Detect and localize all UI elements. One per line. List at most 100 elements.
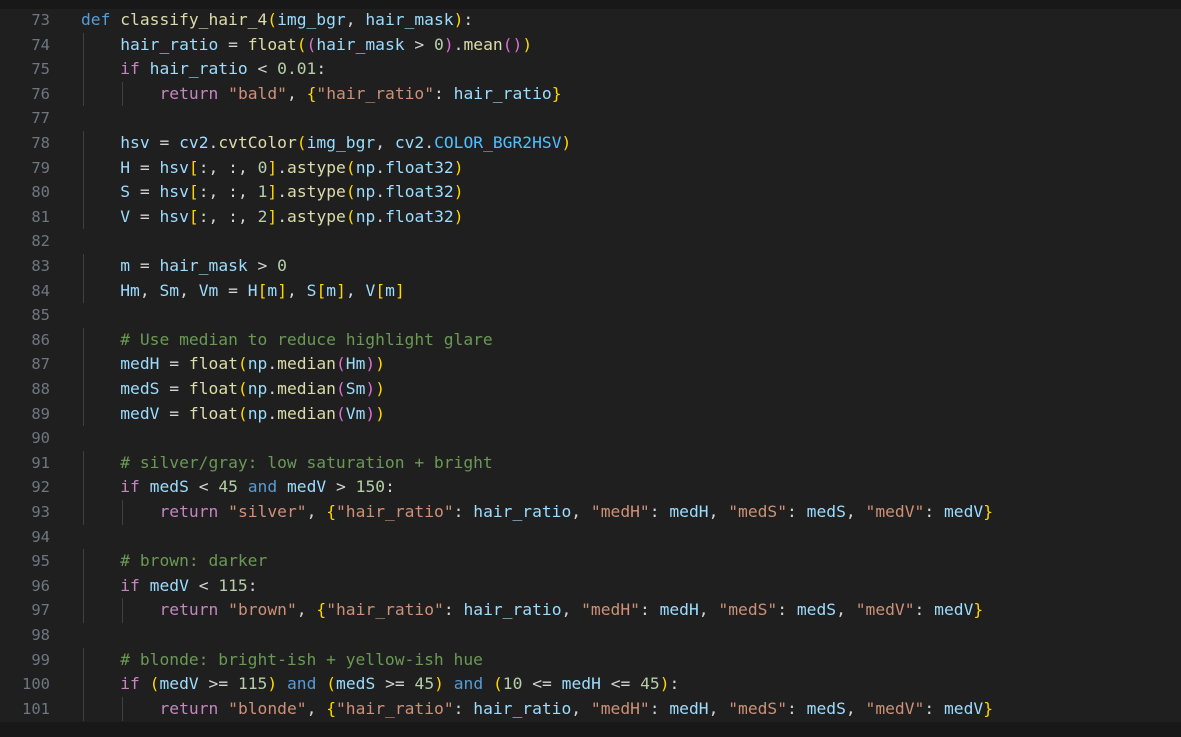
code-line[interactable]: 82 [0, 229, 1172, 254]
code-line[interactable]: 94 [0, 525, 1172, 550]
code-line[interactable]: 83 m = hair_mask > 0 [0, 254, 1172, 279]
code-text[interactable]: medS = float(np.median(Sm)) [81, 377, 385, 402]
indent-guide [83, 155, 84, 181]
line-number: 87 [31, 355, 50, 374]
code-text[interactable]: return "silver", {"hair_ratio": hair_rat… [81, 500, 994, 525]
vertical-scrollbar[interactable] [1172, 9, 1181, 722]
line-number: 94 [31, 527, 50, 546]
line-number: 75 [31, 60, 50, 79]
line-number: 83 [31, 257, 50, 275]
code-line[interactable]: 84 Hm, Sm, Vm = H[m], S[m], V[m] [0, 278, 1172, 304]
line-number: 85 [31, 306, 50, 325]
line-number: 96 [31, 576, 50, 595]
code-line[interactable]: 90 [0, 426, 1172, 451]
indent-guide [122, 81, 124, 107]
line-number: 90 [31, 429, 50, 448]
code-text[interactable]: return "blonde", {"hair_ratio": hair_rat… [81, 697, 994, 722]
line-number: 77 [31, 109, 50, 128]
line-number: 81 [31, 207, 50, 226]
indent-guide [83, 81, 84, 107]
code-text[interactable]: if hair_ratio < 0.01: [81, 57, 326, 82]
line-number: 76 [31, 84, 50, 103]
code-text[interactable]: # brown: darker [81, 549, 267, 574]
code-line[interactable]: 96 if medV < 115: [0, 573, 1172, 599]
indent-guide [83, 475, 84, 500]
code-line[interactable]: 99 # blonde: bright-ish + yellow-ish hue [0, 647, 1172, 673]
code-text[interactable]: medH = float(np.median(Hm)) [81, 352, 385, 377]
code-text[interactable]: if (medV >= 115) and (medS >= 45) and (1… [81, 672, 679, 697]
code-line[interactable]: 93 return "silver", {"hair_ratio": hair_… [0, 500, 1172, 525]
indent-guide [122, 598, 124, 623]
code-line[interactable]: 100 if (medV >= 115) and (medS >= 45) an… [0, 672, 1172, 697]
line-number: 74 [31, 35, 50, 54]
code-line[interactable]: 76 return "bald", {"hair_ratio": hair_ra… [0, 81, 1172, 107]
line-number: 98 [31, 626, 50, 644]
line-number: 79 [31, 158, 50, 177]
line-number: 91 [31, 453, 50, 472]
line-number: 101 [22, 699, 50, 718]
code-line[interactable]: 77 [0, 106, 1172, 131]
indent-guide [83, 450, 84, 476]
code-text[interactable]: # Use median to reduce highlight glare [81, 328, 492, 353]
indent-guide [83, 131, 84, 156]
code-line[interactable]: 85 [0, 303, 1172, 328]
code-line[interactable]: 89 medV = float(np.median(Vm)) [0, 401, 1172, 427]
code-text[interactable]: H = hsv[:, :, 0].astype(np.float32) [81, 156, 463, 181]
code-line[interactable]: 86 # Use median to reduce highlight glar… [0, 327, 1172, 353]
code-text[interactable]: S = hsv[:, :, 1].astype(np.float32) [81, 180, 463, 205]
indent-guide [122, 696, 124, 722]
code-line[interactable]: 98 [0, 623, 1172, 648]
line-number: 93 [31, 503, 50, 521]
line-number: 99 [31, 650, 50, 669]
indent-guide [83, 254, 84, 279]
code-line[interactable]: 97 return "brown", {"hair_ratio": hair_r… [0, 598, 1172, 623]
code-text[interactable]: hair_ratio = float((hair_mask > 0).mean(… [81, 33, 532, 58]
code-text[interactable]: V = hsv[:, :, 2].astype(np.float32) [81, 205, 463, 230]
line-number: 84 [31, 281, 50, 300]
indent-guide [83, 204, 84, 230]
code-text[interactable]: return "brown", {"hair_ratio": hair_rati… [81, 598, 984, 623]
editor-bottom-border [0, 722, 1181, 737]
code-editor[interactable]: 73 def classify_hair_4(img_bgr, hair_mask… [0, 0, 1181, 737]
code-line[interactable]: 73 def classify_hair_4(img_bgr, hair_mask… [0, 8, 1172, 33]
code-line[interactable]: 81 V = hsv[:, :, 2].astype(np.float32) [0, 204, 1172, 230]
code-line[interactable]: 75 if hair_ratio < 0.01: [0, 57, 1172, 82]
line-number: 92 [31, 478, 50, 497]
code-line[interactable]: 87 medH = float(np.median(Hm)) [0, 352, 1172, 377]
code-text[interactable]: def classify_hair_4(img_bgr, hair_mask): [81, 8, 473, 33]
indent-guide [83, 327, 84, 353]
code-line[interactable]: 80 S = hsv[:, :, 1].astype(np.float32) [0, 180, 1172, 205]
indent-guide [83, 180, 84, 205]
code-line[interactable]: 74 hair_ratio = float((hair_mask > 0).me… [0, 32, 1172, 58]
code-line[interactable]: 78 hsv = cv2.cvtColor(img_bgr, cv2.COLOR… [0, 131, 1172, 156]
code-text[interactable]: # silver/gray: low saturation + bright [81, 451, 492, 476]
indent-guide [83, 32, 84, 58]
indent-guide [83, 696, 84, 722]
indent-guide [83, 500, 84, 525]
code-line[interactable]: 91 # silver/gray: low saturation + brigh… [0, 450, 1172, 476]
code-text[interactable]: hsv = cv2.cvtColor(img_bgr, cv2.COLOR_BG… [81, 131, 571, 156]
code-text[interactable]: if medS < 45 and medV > 150: [81, 475, 395, 500]
code-line[interactable]: 101 return "blonde", {"hair_ratio": hair… [0, 696, 1172, 722]
code-line[interactable]: 79 H = hsv[:, :, 0].astype(np.float32) [0, 155, 1172, 181]
code-text[interactable]: Hm, Sm, Vm = H[m], S[m], V[m] [81, 279, 405, 304]
code-line[interactable]: 95 # brown: darker [0, 549, 1172, 574]
indent-guide [83, 598, 84, 623]
code-text[interactable]: # blonde: bright-ish + yellow-ish hue [81, 648, 483, 673]
line-number: 86 [31, 330, 50, 349]
code-text[interactable]: medV = float(np.median(Vm)) [81, 402, 385, 427]
indent-guide [83, 57, 84, 82]
line-number: 95 [31, 552, 50, 571]
line-number: 73 [31, 11, 50, 29]
indent-guide [83, 549, 84, 574]
line-number: 100 [22, 675, 50, 694]
code-text[interactable]: m = hair_mask > 0 [81, 254, 287, 279]
indent-guide [83, 672, 84, 697]
code-line[interactable]: 92 if medS < 45 and medV > 150: [0, 475, 1172, 500]
line-number: 78 [31, 134, 50, 152]
indent-guide [83, 573, 84, 599]
code-line[interactable]: 88 medS = float(np.median(Sm)) [0, 377, 1172, 402]
code-text[interactable]: if medV < 115: [81, 574, 257, 599]
line-number: 80 [31, 183, 50, 202]
code-text[interactable]: return "bald", {"hair_ratio": hair_ratio… [81, 82, 562, 107]
